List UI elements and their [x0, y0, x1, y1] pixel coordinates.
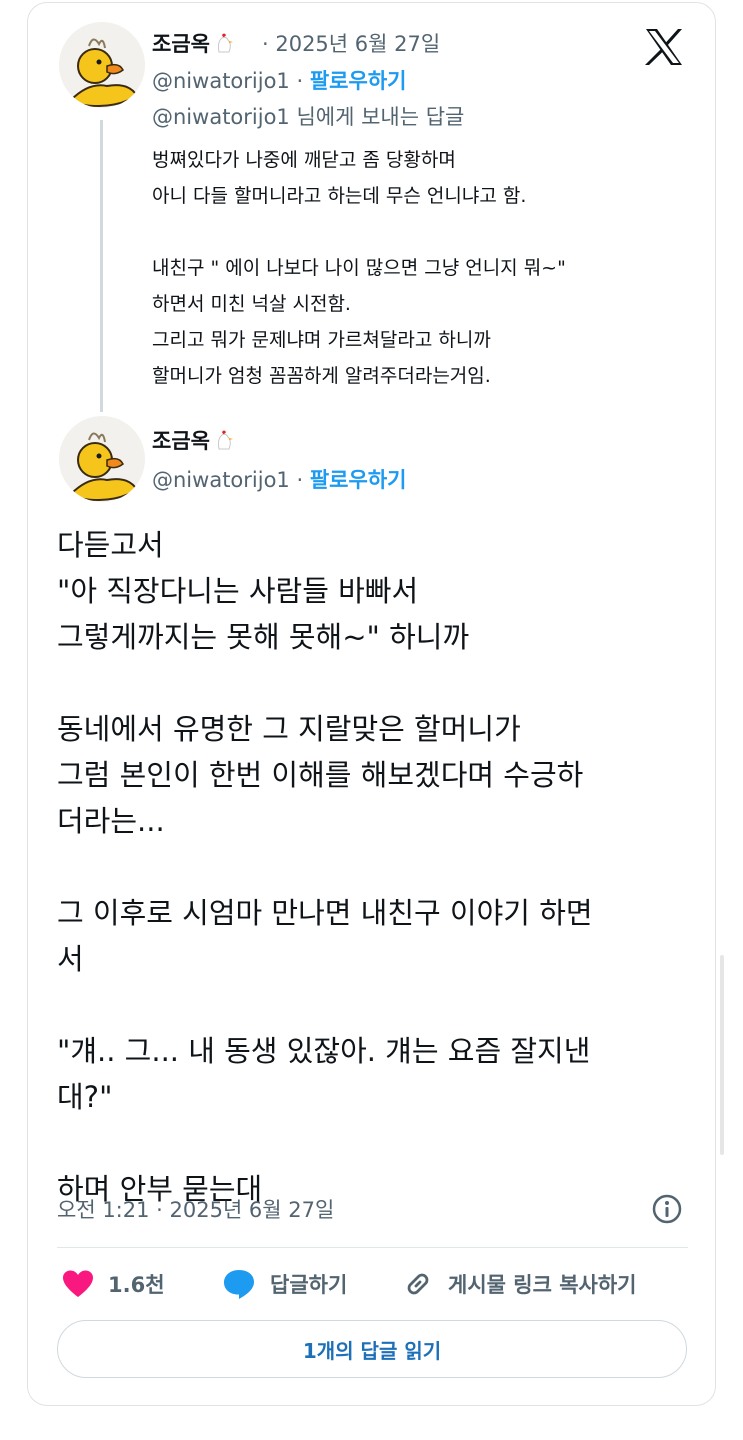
info-icon[interactable] [651, 1193, 683, 1225]
copy-link-button[interactable]: 게시물 링크 복사하기 [402, 1264, 637, 1304]
author-name[interactable]: 조금옥 [152, 425, 234, 456]
chicken-emoji-icon [214, 429, 234, 456]
post-date[interactable]: · 2025년 6월 27일 [262, 28, 440, 58]
author-handle[interactable]: @niwatorijo1 [152, 69, 290, 93]
read-replies-button[interactable]: 1개의 답글 읽기 [57, 1320, 687, 1378]
reply-label: 답글하기 [270, 1273, 348, 1297]
like-count: 1.6천 [108, 1273, 165, 1297]
author-handle[interactable]: @niwatorijo1 [152, 468, 290, 492]
x-logo-icon[interactable] [644, 28, 684, 66]
post-timestamp[interactable]: 오전 1:21 · 2025년 6월 27일 [57, 1194, 334, 1224]
separator-dot: · [296, 69, 304, 93]
avatar[interactable] [59, 22, 145, 108]
author-name[interactable]: 조금옥 [152, 28, 234, 59]
author-handle-row: @niwatorijo1 · 팔로우하기 [152, 65, 406, 95]
main-tweet-text: 다듣고서 "아 직장다니는 사람들 바빠서 그렇게까지는 못해 못해~" 하니까… [57, 528, 593, 1206]
divider [57, 1247, 688, 1248]
separator-dot: · [296, 468, 304, 492]
thread-connector [100, 120, 103, 412]
like-button[interactable]: 1.6천 [62, 1264, 165, 1304]
follow-button[interactable]: 팔로우하기 [310, 69, 407, 93]
link-icon [407, 1273, 429, 1295]
speech-bubble-icon [224, 1270, 254, 1299]
scrollbar[interactable] [720, 955, 724, 1155]
heart-icon [63, 1270, 93, 1297]
reply-button[interactable]: 답글하기 [222, 1264, 347, 1304]
chicken-emoji-icon [214, 32, 234, 59]
copy-link-label: 게시물 링크 복사하기 [448, 1273, 637, 1297]
avatar[interactable] [59, 416, 145, 502]
author-handle-row: @niwatorijo1 · 팔로우하기 [152, 464, 406, 494]
follow-button[interactable]: 팔로우하기 [310, 468, 407, 492]
reply-tweet-text: 벙쪄있다가 나중에 깨닫고 좀 당황하며 아니 다들 할머니라고 하는데 무슨 … [152, 149, 566, 387]
replying-to: @niwatorijo1 님에게 보내는 답글 [152, 105, 465, 129]
